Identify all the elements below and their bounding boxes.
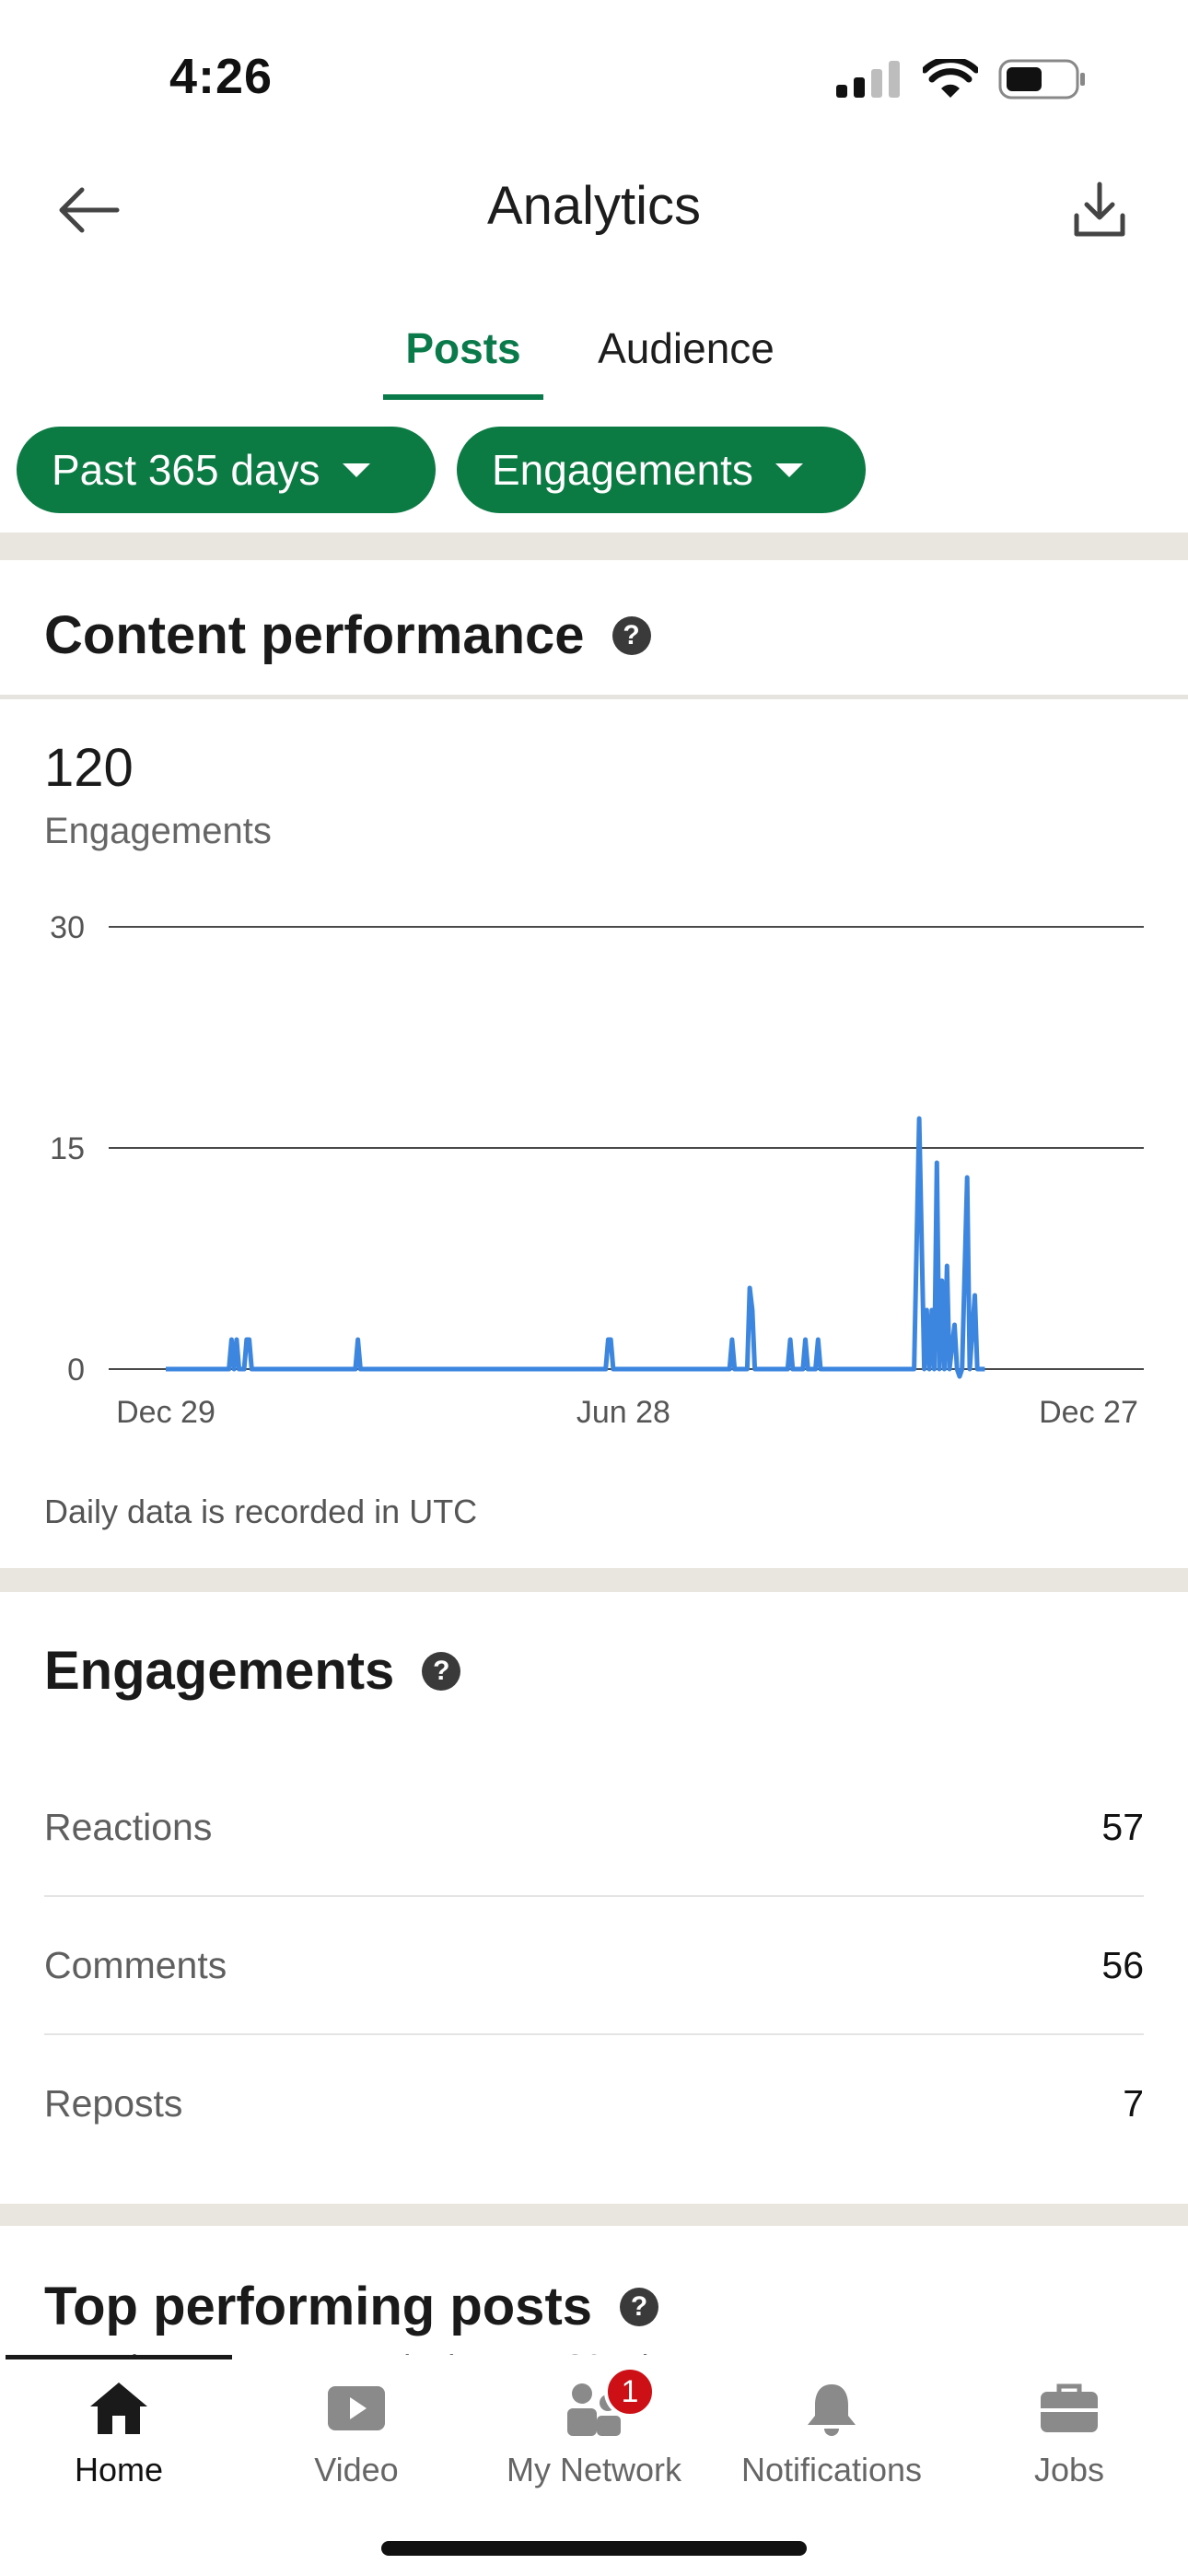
y-tick-label: 0: [67, 1352, 85, 1388]
metric-label: Comments: [44, 1943, 227, 1986]
video-icon: [326, 2371, 387, 2445]
tab-audience[interactable]: Audience: [571, 295, 801, 402]
wifi-icon: [923, 59, 978, 98]
network-icon: 1: [562, 2366, 656, 2445]
metric-row-comments[interactable]: Comments 56: [44, 1896, 1144, 2034]
nav-label: Home: [74, 2451, 164, 2488]
engagements-title: Engagements ?: [44, 1640, 461, 1702]
metric-value: 7: [1123, 2081, 1144, 2125]
metric-label: Engagements: [492, 446, 753, 494]
section-separator: [0, 2204, 1188, 2226]
metric-value: 56: [1101, 1943, 1144, 1986]
content-performance-title-text: Content performance: [44, 605, 585, 665]
briefcase-icon: [1039, 2371, 1100, 2445]
tabs-divider: [0, 695, 1188, 699]
metric-filter[interactable]: Engagements: [457, 427, 866, 513]
page-title: Analytics: [486, 176, 702, 236]
nav-notifications[interactable]: Notifications: [713, 2371, 950, 2510]
home-indicator: [381, 2541, 807, 2556]
battery-icon: [998, 59, 1085, 100]
x-tick-label: Jun 28: [577, 1395, 670, 1430]
metric-label: Reactions: [44, 1805, 213, 1848]
total-engagements-label: Engagements: [44, 811, 272, 851]
caret-down-icon: [775, 463, 803, 477]
download-icon: [1074, 181, 1125, 237]
metric-row-reactions[interactable]: Reactions 57: [44, 1758, 1144, 1896]
engagements-chart: 0 15 30 Dec 29 Jun 28 Dec 27: [50, 910, 1144, 1430]
nav-active-indicator: [6, 2355, 232, 2359]
nav-label: My Network: [506, 2451, 682, 2488]
nav-label: Jobs: [1033, 2451, 1105, 2488]
y-tick-label: 15: [50, 1131, 85, 1166]
nav-home[interactable]: Home: [0, 2371, 238, 2510]
status-time: 4:26: [169, 49, 274, 104]
caret-down-icon: [342, 463, 370, 477]
section-separator: [0, 1568, 1188, 1592]
section-separator: [0, 533, 1188, 560]
metric-value: 57: [1101, 1805, 1144, 1848]
top-posts-title: Top performing posts ?: [44, 2276, 659, 2337]
tab-bar: Posts Audience: [0, 295, 1188, 699]
utc-note: Daily data is recorded in UTC: [44, 1493, 478, 1530]
nav-label: Notifications: [740, 2451, 923, 2488]
content-performance-title: Content performance ?: [44, 604, 651, 666]
engagements-series-line: [166, 1116, 985, 1379]
home-icon: [87, 2371, 151, 2445]
nav-video[interactable]: Video: [238, 2371, 475, 2510]
cellular-signal-icon: [836, 61, 900, 98]
engagements-title-text: Engagements: [44, 1641, 395, 1701]
status-icons: [836, 59, 1087, 100]
tab-posts[interactable]: Posts: [383, 295, 543, 402]
download-button[interactable]: [1063, 173, 1136, 247]
y-tick-label: 30: [50, 910, 85, 945]
nav-label: Video: [314, 2451, 399, 2488]
status-bar: 4:26: [0, 0, 1188, 157]
date-range-filter[interactable]: Past 365 days: [17, 427, 436, 513]
nav-jobs[interactable]: Jobs: [950, 2371, 1188, 2510]
total-engagements: 120: [44, 738, 134, 798]
metric-row-reposts[interactable]: Reposts 7: [44, 2034, 1144, 2172]
top-posts-title-text: Top performing posts: [44, 2277, 593, 2336]
notification-badge: 1: [604, 2366, 656, 2418]
active-tab-indicator: [383, 394, 543, 400]
help-icon[interactable]: ?: [422, 1651, 461, 1691]
metric-label: Reposts: [44, 2081, 183, 2125]
bell-icon: [802, 2371, 861, 2445]
x-tick-label: Dec 29: [116, 1395, 215, 1430]
nav-my-network[interactable]: 1 My Network: [475, 2366, 713, 2510]
date-range-label: Past 365 days: [52, 446, 320, 494]
x-tick-label: Dec 27: [1039, 1395, 1138, 1430]
app-header: Analytics: [0, 157, 1188, 295]
help-icon[interactable]: ?: [611, 615, 651, 655]
help-icon[interactable]: ?: [620, 2287, 659, 2326]
